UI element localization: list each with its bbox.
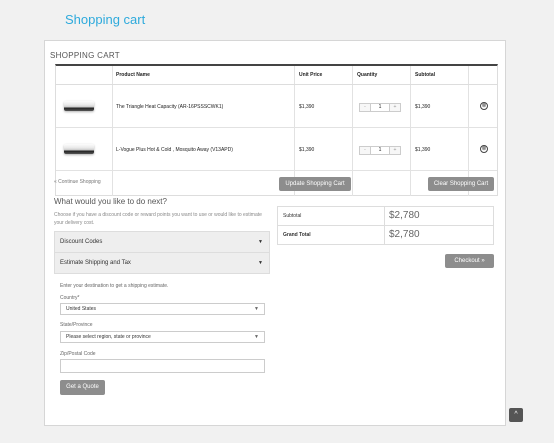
product-name-link[interactable]: The Triangle Heat Capacity (AR-16PSSSCWK… <box>116 86 223 128</box>
country-label: Country* <box>60 295 80 301</box>
continue-shopping-link[interactable]: « Continue Shopping <box>54 179 101 185</box>
discount-codes-accordion[interactable]: Discount Codes ▼ <box>54 231 270 253</box>
header-subtotal: Subtotal <box>415 72 435 78</box>
page-title: Shopping cart <box>65 12 146 27</box>
shipping-intro: Enter your destination to get a shipping… <box>60 283 169 289</box>
cart-totals: Subtotal $2,780 Grand Total $2,780 <box>277 206 494 245</box>
quantity-stepper: - 1 + <box>359 103 401 112</box>
zip-label: Zip/Postal Code <box>60 351 96 357</box>
product-name-link[interactable]: L-Vogue Plus Hot & Cold , Mosquito Away … <box>116 129 233 171</box>
table-header: Product Name Unit Price Quantity Subtota… <box>56 66 497 85</box>
qty-plus-button[interactable]: + <box>390 147 400 154</box>
subtotal-row: Subtotal $2,780 <box>278 207 493 226</box>
get-quote-button[interactable]: Get a Quote <box>60 380 105 395</box>
quantity-stepper: - 1 + <box>359 146 401 155</box>
estimate-shipping-accordion[interactable]: Estimate Shipping and Tax ▼ <box>54 252 270 274</box>
grand-total-value: $2,780 <box>389 229 420 240</box>
cart-panel: SHOPPING CART Product Name Unit Price Qu… <box>44 40 506 426</box>
clear-cart-button[interactable]: Clear Shopping Cart <box>428 177 494 191</box>
checkout-button[interactable]: Checkout » <box>445 254 494 268</box>
qty-input[interactable]: 1 <box>370 147 390 154</box>
state-label: State/Province <box>60 322 93 328</box>
header-product-name: Product Name <box>116 72 150 78</box>
qty-plus-button[interactable]: + <box>390 104 400 111</box>
qty-minus-button[interactable]: - <box>360 147 370 154</box>
product-image[interactable] <box>64 144 94 154</box>
update-cart-button[interactable]: Update Shopping Cart <box>279 177 351 191</box>
grand-total-label: Grand Total <box>283 232 311 238</box>
scroll-to-top-icon[interactable]: ^ <box>509 408 523 422</box>
row-subtotal: $1,390 <box>415 104 431 110</box>
chevron-down-icon: ▼ <box>258 239 263 245</box>
row-subtotal: $1,390 <box>415 147 431 153</box>
header-unit-price: Unit Price <box>299 72 323 78</box>
section-title: SHOPPING CART <box>50 51 120 60</box>
remove-item-icon[interactable]: ⊗ <box>480 102 488 110</box>
remove-item-icon[interactable]: ⊗ <box>480 145 488 153</box>
table-row: L-Vogue Plus Hot & Cold , Mosquito Away … <box>56 129 497 171</box>
country-select[interactable]: United States ▼ <box>60 303 265 315</box>
chevron-down-icon: ▼ <box>254 306 259 312</box>
state-value: Please select region, state or province <box>66 334 151 340</box>
grand-total-row: Grand Total $2,780 <box>278 226 493 245</box>
unit-price: $1,390 <box>299 147 315 153</box>
zip-input[interactable] <box>60 359 265 373</box>
next-steps-heading: What would you like to do next? <box>54 197 167 206</box>
chevron-down-icon: ▼ <box>258 260 263 266</box>
next-steps-hint: Choose if you have a discount code or re… <box>54 212 262 226</box>
subtotal-label: Subtotal <box>283 213 302 219</box>
subtotal-value: $2,780 <box>389 210 420 221</box>
chevron-down-icon: ▼ <box>254 334 259 340</box>
state-select[interactable]: Please select region, state or province … <box>60 331 265 343</box>
product-image[interactable] <box>64 101 94 111</box>
unit-price: $1,390 <box>299 104 315 110</box>
header-quantity: Quantity <box>357 72 378 78</box>
qty-input[interactable]: 1 <box>370 104 390 111</box>
country-value: United States <box>66 306 97 312</box>
discount-codes-label: Discount Codes <box>60 239 103 245</box>
estimate-shipping-label: Estimate Shipping and Tax <box>60 260 131 266</box>
qty-minus-button[interactable]: - <box>360 104 370 111</box>
table-row: The Triangle Heat Capacity (AR-16PSSSCWK… <box>56 86 497 128</box>
